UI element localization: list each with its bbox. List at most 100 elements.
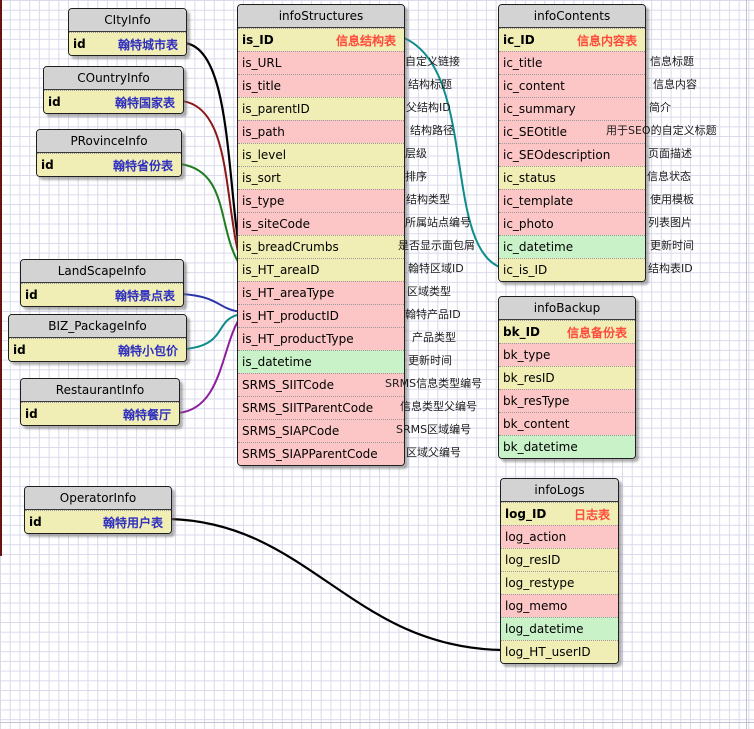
table-CItyInfo[interactable]: CItyInfoid翰特城市表	[68, 8, 187, 56]
field-name: id	[25, 288, 38, 302]
table-comment: 信息内容表	[577, 32, 641, 49]
field-name: log_resID	[505, 553, 560, 567]
field-row-is_HT_productID: is_HT_productID	[238, 304, 404, 327]
field-name: id	[73, 37, 86, 51]
relation-operatorinfo-infologs[interactable]	[170, 519, 503, 650]
table-title: LandScapeInfo	[21, 260, 183, 283]
field-name: is_datetime	[242, 355, 312, 369]
table-infoContents[interactable]: infoContentsic_ID信息内容表ic_titleic_content…	[498, 4, 646, 282]
field-note-is_level: 层级	[405, 145, 427, 161]
field-name: ic_SEOdescription	[503, 148, 610, 162]
table-infoStructures[interactable]: infoStructuresis_ID信息结构表is_URLis_titleis…	[237, 4, 405, 466]
field-name: SRMS_SIAPCode	[242, 424, 339, 438]
table-RestaurantInfo[interactable]: RestaurantInfoid翰特餐厅	[20, 378, 180, 426]
field-row-ic_title: ic_title	[499, 51, 645, 74]
table-BIZ_PackageInfo[interactable]: BIZ_PackageInfoid翰特小包价	[8, 314, 187, 362]
field-name: is_sort	[242, 171, 281, 185]
field-name: id	[41, 158, 54, 172]
field-row-bk_resType: bk_resType	[499, 389, 635, 412]
field-name: id	[29, 515, 42, 529]
table-infoBackup[interactable]: infoBackupbk_ID信息备份表bk_typebk_resIDbk_re…	[498, 296, 636, 459]
table-title: BIZ_PackageInfo	[9, 315, 186, 338]
table-title: infoLogs	[501, 479, 618, 502]
field-note-is_datetime: 更新时间	[408, 352, 452, 368]
field-name: SRMS_SIITCode	[242, 378, 334, 392]
field-note-is_HT_areaID: 翰特区域ID	[408, 260, 464, 276]
field-name: ic_status	[503, 171, 556, 185]
field-note-is_URL: 自定义链接	[405, 53, 460, 69]
field-row-id: id翰特景点表	[21, 283, 183, 306]
field-name: ic_content	[503, 79, 565, 93]
field-name: is_type	[242, 194, 284, 208]
field-name: is_path	[242, 125, 285, 139]
field-row-id: id翰特国家表	[44, 90, 183, 113]
field-row-ic_template: ic_template	[499, 189, 645, 212]
field-name: is_level	[242, 148, 286, 162]
field-row-id: id 翰特餐厅	[21, 402, 179, 425]
table-comment: 信息结构表	[336, 32, 400, 49]
field-name: ic_is_ID	[503, 263, 547, 277]
field-name: is_URL	[242, 56, 281, 70]
field-row-bk_content: bk_content	[499, 412, 635, 435]
field-note-SRMS_SIAPParentCode: 区域父编号	[406, 444, 461, 460]
field-note-ic_template: 使用模板	[650, 191, 694, 207]
field-row-is_level: is_level	[238, 143, 404, 166]
field-note-ic_is_ID: 结构表ID	[648, 260, 693, 276]
field-name: id	[25, 407, 38, 421]
field-row-is_HT_areaID: is_HT_areaID	[238, 258, 404, 281]
field-note-is_parentID: 父结构ID	[406, 99, 451, 115]
field-row-ic_status: ic_status	[499, 166, 645, 189]
field-row-ic_SEOdescription: ic_SEOdescription	[499, 143, 645, 166]
field-name: bk_content	[503, 417, 570, 431]
field-row-ic_summary: ic_summary	[499, 97, 645, 120]
relation-landscapeinfo-infostructures[interactable]	[182, 294, 242, 312]
field-row-log_ID: log_ID 日志表	[501, 502, 618, 525]
table-title: OperatorInfo	[25, 487, 171, 510]
field-note-ic_status: 信息状态	[647, 168, 691, 184]
field-row-is_parentID: is_parentID	[238, 97, 404, 120]
table-comment: 翰特城市表	[118, 36, 182, 53]
table-comment: 信息备份表	[567, 324, 631, 341]
table-comment: 翰特省份表	[113, 157, 177, 174]
field-note-ic_title: 信息标题	[650, 53, 694, 69]
table-LandScapeInfo[interactable]: LandScapeInfoid翰特景点表	[20, 259, 184, 307]
table-comment: 日志表	[574, 506, 614, 523]
field-name: ic_summary	[503, 102, 576, 116]
field-name: is_HT_productID	[242, 309, 339, 323]
field-name: is_HT_areaType	[242, 286, 334, 300]
table-comment: 翰特国家表	[115, 94, 179, 111]
field-name: log_ID	[505, 507, 546, 521]
table-OperatorInfo[interactable]: OperatorInfoid翰特用户表	[24, 486, 172, 534]
field-note-is_title: 结构标题	[408, 76, 452, 92]
table-COuntryInfo[interactable]: COuntryInfoid翰特国家表	[43, 66, 184, 114]
field-row-log_datetime: log_datetime	[501, 617, 618, 640]
table-title: COuntryInfo	[44, 67, 183, 90]
table-PRovinceInfo[interactable]: PRovinceInfoid翰特省份表	[36, 129, 182, 177]
field-note-ic_datetime: 更新时间	[650, 237, 694, 253]
table-comment: 翰特餐厅	[123, 406, 175, 423]
field-name: ic_ID	[503, 33, 535, 47]
field-row-log_HT_userID: log_HT_userID	[501, 640, 618, 663]
field-row-bk_resID: bk_resID	[499, 366, 635, 389]
field-name: bk_type	[503, 348, 550, 362]
relation-cityinfo-infostructures[interactable]	[185, 43, 242, 266]
field-name: log_restype	[505, 576, 574, 590]
field-row-ic_ID: ic_ID 信息内容表	[499, 28, 645, 51]
field-name: is_HT_areaID	[242, 263, 319, 277]
field-name: bk_ID	[503, 325, 540, 339]
table-infoLogs[interactable]: infoLogs log_ID 日志表 log_action log_resID log_…	[500, 478, 619, 664]
field-name: log_action	[505, 530, 566, 544]
field-name: is_breadCrumbs	[242, 240, 339, 254]
field-row-is_breadCrumbs: is_breadCrumbs	[238, 235, 404, 258]
field-row-ic_is_ID: ic_is_ID	[499, 258, 645, 281]
field-row-is_URL: is_URL	[238, 51, 404, 74]
field-name: ic_photo	[503, 217, 554, 231]
table-comment: 翰特小包价	[118, 342, 182, 359]
field-row-id: id翰特用户表	[25, 510, 171, 533]
relation-restaurantinfo-infostructures[interactable]	[178, 315, 242, 413]
field-row-id: id翰特小包价	[9, 338, 186, 361]
field-note-is_HT_areaType: 区域类型	[407, 283, 451, 299]
field-row-is_path: is_path	[238, 120, 404, 143]
field-name: SRMS_SIITParentCode	[242, 401, 373, 415]
field-row-log_restype: log_restype	[501, 571, 618, 594]
